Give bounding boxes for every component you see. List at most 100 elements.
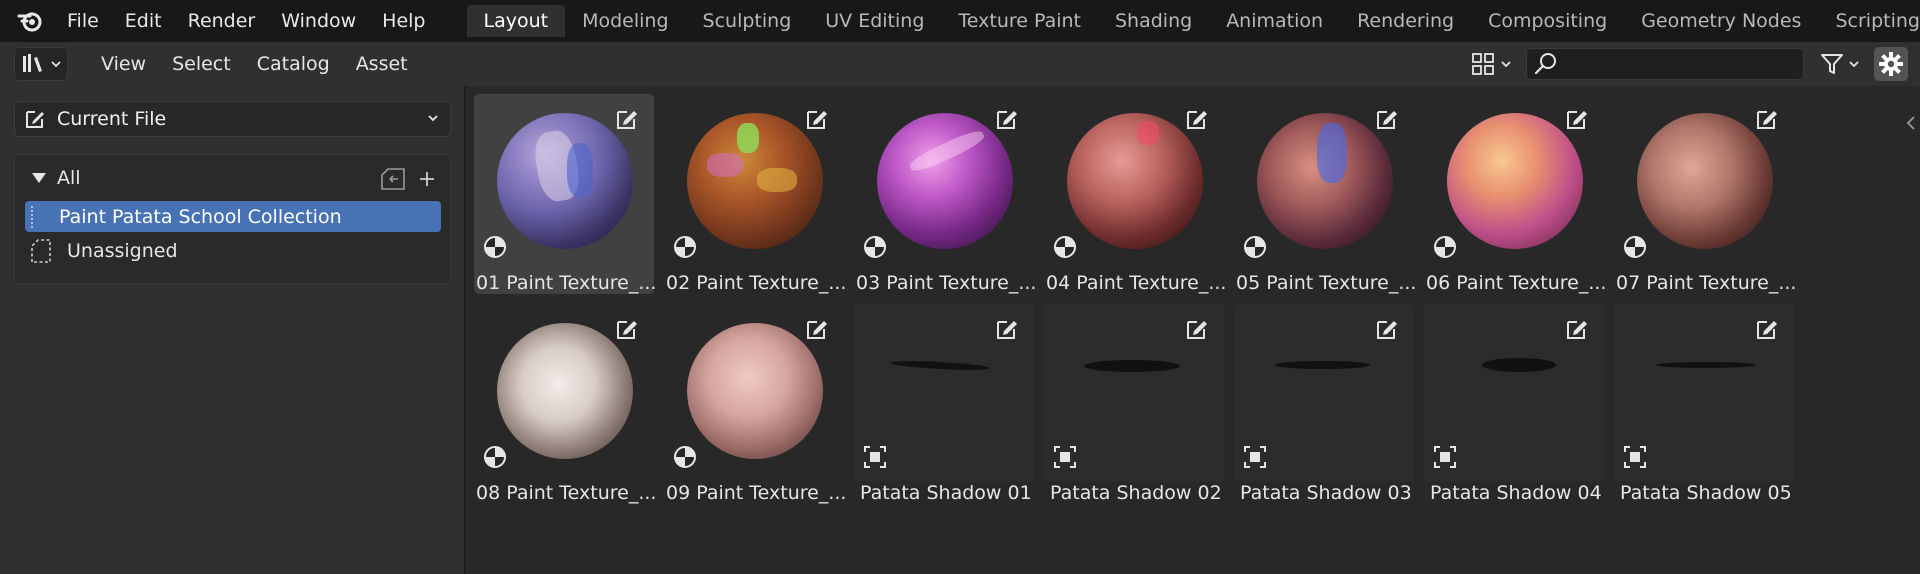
asset-tile[interactable]: Patata Shadow 02 <box>1044 304 1224 504</box>
edit-icon[interactable] <box>1374 106 1400 132</box>
edit-icon[interactable] <box>1184 316 1210 342</box>
tab-uv-editing[interactable]: UV Editing <box>808 5 941 37</box>
asset-thumbnail <box>1424 94 1604 272</box>
material-icon <box>674 236 696 258</box>
catalog-item-label: Paint Patata School Collection <box>59 205 342 228</box>
catalog-item-unassigned[interactable]: Unassigned <box>25 235 441 266</box>
header-right-tools <box>1464 47 1908 81</box>
tab-layout[interactable]: Layout <box>466 5 566 37</box>
catalog-all-label: All <box>57 167 81 189</box>
tree-line-icon <box>31 205 41 228</box>
asset-name: Patata Shadow 05 <box>1620 482 1792 504</box>
asset-tile[interactable]: 06 Paint Texture_... <box>1424 94 1606 294</box>
asset-name: 01 Paint Texture_... <box>476 272 656 294</box>
asset-thumbnail <box>474 304 654 482</box>
material-icon <box>864 236 886 258</box>
edit-icon[interactable] <box>804 106 830 132</box>
material-icon <box>484 446 506 468</box>
catalog-item-label: Unassigned <box>67 239 178 262</box>
edit-icon[interactable] <box>614 316 640 342</box>
grid-view-icon <box>1471 53 1494 75</box>
edit-icon[interactable] <box>1564 106 1590 132</box>
plus-icon[interactable] <box>418 170 436 188</box>
unassigned-icon <box>31 238 51 263</box>
menu-render[interactable]: Render <box>175 0 269 42</box>
edit-icon[interactable] <box>1564 316 1590 342</box>
asset-tile[interactable]: 04 Paint Texture_... <box>1044 94 1226 294</box>
asset-thumbnail <box>854 94 1034 272</box>
catalog-item-paint-patata[interactable]: Paint Patata School Collection <box>25 201 441 232</box>
menu-help[interactable]: Help <box>369 0 438 42</box>
tab-shading[interactable]: Shading <box>1098 5 1209 37</box>
tab-animation[interactable]: Animation <box>1209 5 1340 37</box>
asset-thumbnail <box>1614 304 1794 482</box>
menu-select[interactable]: Select <box>159 42 244 86</box>
catalog-sidebar: Current File All Paint Patata School Col… <box>0 86 464 574</box>
tab-sculpting[interactable]: Sculpting <box>686 5 809 37</box>
menu-asset[interactable]: Asset <box>343 42 421 86</box>
display-mode-button[interactable] <box>1464 48 1518 80</box>
search-icon <box>1534 53 1556 75</box>
asset-tile[interactable]: 09 Paint Texture_... <box>664 304 846 504</box>
asset-tile[interactable]: 07 Paint Texture_... <box>1614 94 1796 294</box>
tab-geometry-nodes[interactable]: Geometry Nodes <box>1624 5 1818 37</box>
edit-icon[interactable] <box>1184 106 1210 132</box>
new-catalog-icon[interactable] <box>380 167 406 191</box>
blender-logo-icon[interactable] <box>16 6 44 36</box>
edit-icon[interactable] <box>994 316 1020 342</box>
asset-library-selector[interactable]: Current File <box>14 101 451 137</box>
tab-modeling[interactable]: Modeling <box>565 5 685 37</box>
search-input[interactable] <box>1526 48 1804 80</box>
menu-file[interactable]: File <box>54 0 112 42</box>
asset-tile[interactable]: 03 Paint Texture_... <box>854 94 1036 294</box>
edit-icon[interactable] <box>614 106 640 132</box>
asset-tile[interactable]: 02 Paint Texture_... <box>664 94 846 294</box>
asset-name: 08 Paint Texture_... <box>476 482 656 504</box>
asset-thumbnail <box>1044 94 1224 272</box>
shadow-preview <box>1656 362 1756 368</box>
asset-name: Patata Shadow 04 <box>1430 482 1602 504</box>
asset-thumbnail <box>1614 94 1794 272</box>
material-preview <box>497 113 633 249</box>
settings-button[interactable] <box>1874 47 1908 81</box>
asset-tile[interactable]: Patata Shadow 03 <box>1234 304 1414 504</box>
tab-rendering[interactable]: Rendering <box>1340 5 1471 37</box>
material-icon <box>484 236 506 258</box>
catalog-all[interactable]: All <box>31 167 81 189</box>
workspace-tabs: Layout Modeling Sculpting UV Editing Tex… <box>466 5 1920 37</box>
object-icon <box>1624 446 1646 468</box>
asset-tile[interactable]: Patata Shadow 04 <box>1424 304 1604 504</box>
edit-icon[interactable] <box>804 316 830 342</box>
tab-compositing[interactable]: Compositing <box>1471 5 1624 37</box>
chevron-left-icon[interactable] <box>1904 114 1918 132</box>
chevron-down-icon <box>50 61 61 68</box>
edit-icon[interactable] <box>1374 316 1400 342</box>
asset-tile[interactable]: 01 Paint Texture_... <box>474 94 656 294</box>
edit-icon[interactable] <box>1754 106 1780 132</box>
menu-edit[interactable]: Edit <box>112 0 175 42</box>
asset-browser-icon <box>22 54 42 72</box>
material-preview <box>1257 113 1393 249</box>
edit-icon[interactable] <box>1754 316 1780 342</box>
menu-catalog[interactable]: Catalog <box>244 42 343 86</box>
edit-icon[interactable] <box>994 106 1020 132</box>
object-icon <box>864 446 886 468</box>
shadow-preview <box>1084 360 1180 372</box>
menu-window[interactable]: Window <box>268 0 369 42</box>
shadow-preview <box>889 359 991 372</box>
asset-thumbnail <box>1234 94 1414 272</box>
tab-scripting[interactable]: Scripting <box>1818 5 1920 37</box>
editor-type-button[interactable] <box>14 47 68 81</box>
material-icon <box>1054 236 1076 258</box>
asset-tile[interactable]: Patata Shadow 01 <box>854 304 1034 504</box>
material-icon <box>1624 236 1646 258</box>
tab-texture-paint[interactable]: Texture Paint <box>941 5 1098 37</box>
filter-button[interactable] <box>1812 48 1866 80</box>
asset-tile[interactable]: Patata Shadow 05 <box>1614 304 1794 504</box>
object-icon <box>1244 446 1266 468</box>
menu-view[interactable]: View <box>88 42 159 86</box>
material-preview <box>1447 113 1583 249</box>
asset-thumbnail <box>474 94 654 272</box>
asset-tile[interactable]: 05 Paint Texture_... <box>1234 94 1416 294</box>
asset-tile[interactable]: 08 Paint Texture_... <box>474 304 656 504</box>
